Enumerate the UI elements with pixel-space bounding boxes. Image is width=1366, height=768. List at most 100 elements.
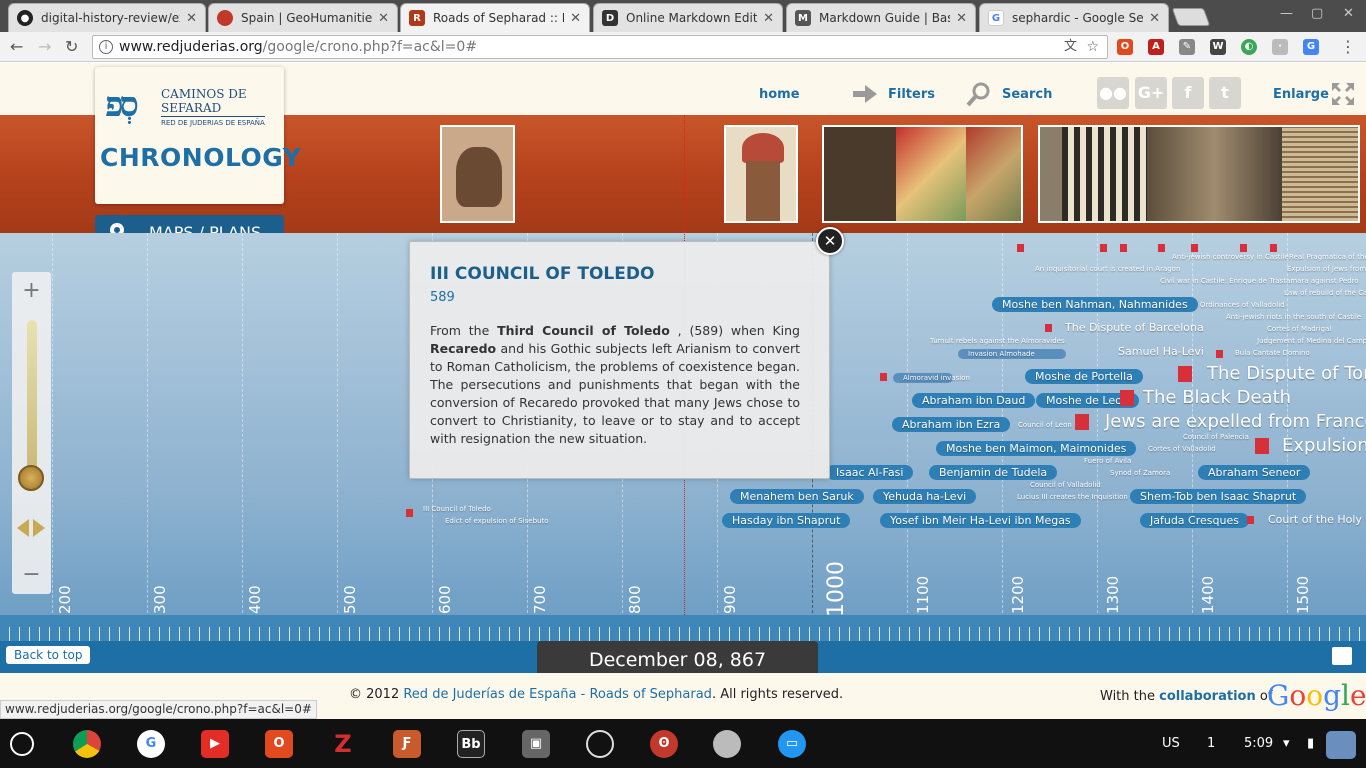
info-icon[interactable]: i	[99, 40, 113, 54]
zoom-slider-handle[interactable]	[18, 465, 44, 491]
pdf-extension-icon[interactable]: A	[1148, 39, 1164, 55]
browser-tab[interactable]: ● digital-history-review/ex ✕	[8, 3, 206, 32]
w-extension-icon[interactable]: W	[1210, 39, 1226, 55]
event-marker[interactable]: Ordinances of Valladolid	[1200, 301, 1285, 309]
pan-arrows-icon[interactable]	[16, 517, 46, 539]
event-flag-icon[interactable]	[1255, 438, 1269, 454]
office-extension-icon[interactable]: O	[1117, 39, 1133, 55]
event-flag-icon[interactable]	[406, 509, 413, 517]
event-flag-icon[interactable]	[1178, 366, 1192, 382]
vm-icon[interactable]: ▣	[522, 730, 550, 758]
tab-close-icon[interactable]: ✕	[378, 11, 389, 26]
event-marker[interactable]: Jews are expelled from France	[1105, 411, 1366, 432]
clock[interactable]: 5:09	[1244, 736, 1273, 751]
event-marker[interactable]: Hasday ibn Shaprut	[722, 513, 851, 528]
event-marker[interactable]: Fuero of Avila	[1084, 457, 1131, 465]
browser-tab[interactable]: M Markdown Guide | Basic ✕	[786, 3, 976, 32]
enlarge-icon[interactable]	[1331, 82, 1355, 106]
event-marker[interactable]: Civil war in Castile: Enrique de Trastam…	[1160, 277, 1359, 285]
color-extension-icon[interactable]: ◐	[1241, 39, 1257, 55]
event-marker[interactable]: Benjamin de Tudela	[929, 465, 1058, 480]
event-marker[interactable]: Expulsion of Jews from P	[1287, 265, 1366, 273]
disc-icon[interactable]	[713, 730, 741, 758]
event-marker[interactable]: Cortes of Valladolid	[1148, 445, 1216, 453]
event-marker[interactable]: Abraham Seneor	[1198, 465, 1311, 480]
menu-icon[interactable]: ⋮	[1340, 37, 1356, 56]
event-marker[interactable]: Shem-Tob ben Isaac Shaprut	[1130, 489, 1307, 504]
event-marker[interactable]: Moshe ben Maimon, Maimonides	[936, 441, 1137, 456]
tab-close-icon[interactable]: ✕	[763, 11, 774, 26]
reload-icon[interactable]: ↻	[65, 37, 78, 56]
event-flag-icon[interactable]	[1240, 244, 1247, 252]
back-icon[interactable]: ←	[10, 37, 23, 56]
translate-extension-icon[interactable]: G	[1303, 39, 1319, 55]
filters-icon[interactable]	[851, 83, 879, 105]
event-marker[interactable]: Edict of expulsion of Sisebuto	[445, 517, 549, 525]
event-marker[interactable]: Council of Leon	[1018, 421, 1072, 429]
event-marker[interactable]: Yosef ibn Meir Ha-Levi ibn Megas	[880, 513, 1081, 528]
zoom-in-button[interactable]: +	[12, 278, 51, 303]
close-window-icon[interactable]: ✕	[1343, 6, 1354, 21]
event-marker[interactable]: Expulsion	[1282, 435, 1366, 456]
office-icon[interactable]: O	[265, 730, 293, 758]
print-icon[interactable]	[1332, 647, 1352, 665]
event-marker[interactable]: Moshe ben Nahman, Nahmanides	[992, 297, 1198, 312]
event-marker[interactable]: Almoravid invasion	[893, 373, 970, 383]
minimize-icon[interactable]: —	[1280, 6, 1293, 21]
owl-icon[interactable]: ʘ	[650, 730, 678, 758]
portrait-thumbnail[interactable]	[724, 125, 798, 223]
event-marker[interactable]: Bula Cantate Domino	[1235, 349, 1310, 357]
zotero-icon[interactable]: Z	[329, 730, 357, 758]
chrome-icon[interactable]	[73, 730, 101, 758]
forward-icon[interactable]: →	[38, 37, 51, 56]
tab-close-icon[interactable]: ✕	[956, 11, 967, 26]
avatar[interactable]	[1326, 731, 1356, 759]
event-marker[interactable]: Synod of Zamora	[1110, 469, 1170, 477]
event-marker[interactable]: III Council of Toledo	[423, 505, 491, 513]
tab-close-icon[interactable]: ✕	[1149, 11, 1160, 26]
zoom-slider-track[interactable]	[27, 320, 37, 480]
github-icon[interactable]	[586, 730, 614, 758]
nav-filters-link[interactable]: Filters	[888, 87, 935, 102]
twitter-icon[interactable]: t	[1209, 77, 1241, 109]
pen-extension-icon[interactable]: ✎	[1179, 39, 1195, 55]
wifi-icon[interactable]: ▾	[1283, 736, 1290, 751]
filezilla-icon[interactable]: Ƒ	[393, 730, 421, 758]
browser-tab[interactable]: D Online Markdown Editor ✕	[593, 3, 783, 32]
flickr-icon[interactable]: ●●	[1097, 77, 1129, 109]
event-marker[interactable]: Anti-jewish controversy in Castile	[1172, 253, 1289, 261]
translate-icon[interactable]: 文	[1064, 36, 1077, 58]
popup-close-button[interactable]: ✕	[816, 227, 844, 255]
nav-enlarge-link[interactable]: Enlarge	[1273, 87, 1329, 102]
launcher-icon[interactable]	[10, 732, 34, 756]
portrait-thumbnail[interactable]	[440, 125, 515, 223]
copyright-link[interactable]: Red de Juderías de España - Roads of Sep…	[403, 687, 712, 702]
files-icon[interactable]: ▭	[778, 730, 806, 758]
image-strip-thumbnail[interactable]	[1038, 125, 1360, 223]
event-marker[interactable]: Tumult rebels against the Almoravides	[930, 337, 1065, 345]
browser-tab-active[interactable]: R Roads of Sepharad :: Ne ✕	[400, 3, 590, 32]
event-marker[interactable]: The Black Death	[1143, 387, 1291, 408]
event-marker[interactable]: Real Pragmatica of the Catholic	[1289, 253, 1366, 261]
event-marker[interactable]: Council of Valladolid	[1030, 481, 1101, 489]
youtube-icon[interactable]: ▶	[201, 730, 229, 758]
event-flag-icon[interactable]	[1158, 244, 1165, 252]
browser-tab[interactable]: G sephardic - Google Sear ✕	[979, 3, 1169, 32]
ext-extension-icon[interactable]: ·	[1272, 39, 1288, 55]
event-flag-icon[interactable]	[1216, 350, 1223, 358]
event-marker[interactable]: Yehuda ha-Levi	[873, 489, 977, 504]
event-marker[interactable]: Abraham ibn Daud	[912, 393, 1036, 408]
notification-count[interactable]: 1	[1207, 736, 1215, 751]
event-marker[interactable]: An inquisitorial court is created in Ara…	[1035, 265, 1180, 273]
event-flag-icon[interactable]	[1191, 244, 1198, 252]
event-flag-icon[interactable]	[1100, 244, 1107, 252]
site-logo-card[interactable]: סְפ CAMINOS DE SEFARAD RED DE JUDERIAS D…	[95, 67, 301, 204]
image-strip-thumbnail[interactable]	[822, 125, 1023, 223]
blackboard-icon[interactable]: Bb	[457, 730, 485, 758]
browser-tab[interactable]: Spain | GeoHumanities ✕	[208, 3, 398, 32]
event-marker[interactable]: Anti-jewish riots in the south of Castil…	[1226, 313, 1361, 321]
google-plus-icon[interactable]: G+	[1135, 77, 1167, 109]
event-flag-icon[interactable]	[1120, 390, 1134, 406]
event-marker[interactable]: Judgement of Medina del Campo	[1257, 337, 1366, 345]
event-flag-icon[interactable]	[1120, 244, 1127, 252]
